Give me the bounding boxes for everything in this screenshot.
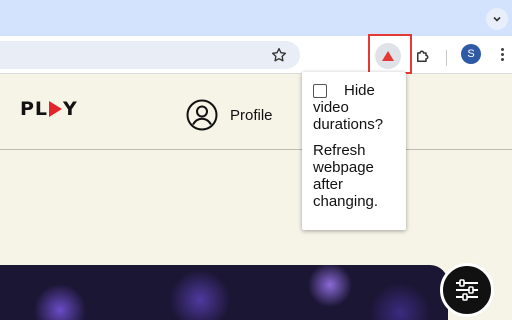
- warning-triangle-icon: [382, 51, 394, 61]
- tab-strip: [0, 0, 512, 36]
- extension-popup: Hide video durations? Refresh webpage af…: [302, 72, 406, 230]
- hide-durations-option[interactable]: Hide: [313, 82, 398, 99]
- note-line-4: changing.: [313, 193, 379, 210]
- puzzle-icon: [417, 50, 429, 62]
- address-bar[interactable]: [0, 41, 300, 69]
- user-circle-icon: [186, 99, 218, 131]
- note-line-2: webpage: [313, 159, 374, 176]
- extension-button[interactable]: [375, 43, 401, 69]
- checkbox-label-line-1: Hide: [344, 82, 375, 99]
- logo-text-right: Y: [63, 98, 78, 120]
- logo-text-left: PL: [20, 98, 49, 120]
- checkbox-label-continuation: video durations?: [313, 99, 398, 133]
- tab-search-button[interactable]: [486, 8, 508, 30]
- checkbox-label-line-3: durations?: [313, 116, 384, 133]
- site-header: PL Y Profile: [0, 74, 512, 150]
- profile-link[interactable]: Profile: [186, 99, 273, 131]
- avatar[interactable]: S: [461, 44, 481, 64]
- hide-durations-label: Hide: [344, 82, 375, 99]
- filter-button[interactable]: [440, 263, 494, 317]
- extensions-menu-button[interactable]: [410, 43, 436, 69]
- sliders-icon: [456, 279, 478, 301]
- checkbox-label-line-2: video: [313, 99, 349, 116]
- profile-label: Profile: [230, 106, 273, 124]
- avatar-letter: S: [467, 48, 475, 60]
- site-logo[interactable]: PL Y: [20, 98, 78, 120]
- chevron-down-icon: [493, 16, 501, 22]
- star-icon[interactable]: [270, 46, 288, 64]
- browser-toolbar: [0, 36, 512, 74]
- refresh-note: Refresh webpage after changing.: [313, 142, 398, 210]
- kebab-menu-icon[interactable]: [497, 44, 507, 64]
- play-triangle-icon: [49, 101, 63, 117]
- hide-durations-checkbox[interactable]: [313, 84, 327, 98]
- note-line-1: Refresh: [313, 142, 366, 159]
- toolbar-separator: [446, 50, 447, 66]
- note-line-3: after: [313, 176, 344, 193]
- video-thumbnail[interactable]: [0, 265, 448, 320]
